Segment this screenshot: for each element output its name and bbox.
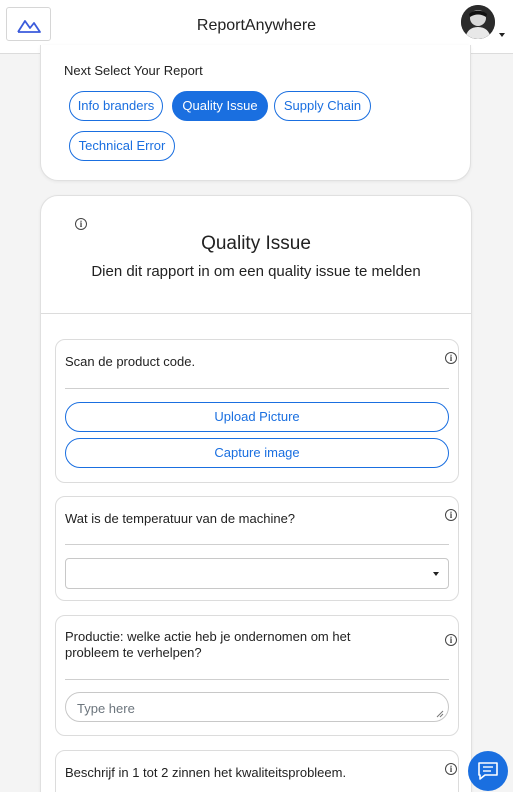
action-textarea[interactable]: Type here [65,692,449,722]
question-text: Productie: welke actie heb je ondernomen… [65,629,351,660]
report-option-info-branders[interactable]: Info branders [69,91,163,121]
info-icon[interactable]: i [445,634,457,646]
info-icon[interactable]: i [445,509,457,521]
upload-picture-button[interactable]: Upload Picture [65,402,449,432]
question-card-product-code: Scan de product code. i Upload Picture C… [55,339,459,483]
report-option-supply-chain[interactable]: Supply Chain [274,91,371,121]
temperature-select[interactable] [65,558,449,589]
report-title: Quality Issue [201,233,311,254]
question-card-action-taken: Productie: welke actie heb je ondernomen… [55,615,459,736]
user-avatar[interactable] [461,5,495,39]
answer-divider [65,388,449,389]
divider [41,313,471,314]
info-icon[interactable]: i [75,218,87,230]
info-icon[interactable]: i [445,352,457,364]
resize-handle-icon[interactable] [436,710,444,718]
info-icon[interactable]: i [445,763,457,775]
chevron-down-icon[interactable] [499,33,505,37]
capture-image-button[interactable]: Capture image [65,438,449,468]
question-card-temperature: Wat is de temperatuur van de machine? i [55,496,459,601]
chevron-down-icon [433,572,439,576]
answer-divider [65,679,449,680]
report-form-card: i Quality Issue Dien dit rapport in om e… [40,195,472,792]
question-text: Wat is de temperatuur van de machine? [65,511,296,526]
textarea-placeholder: Type here [77,701,135,716]
chat-button[interactable] [468,751,508,791]
report-option-quality-issue[interactable]: Quality Issue [172,91,268,121]
report-selection-card: Next Select Your Report Info branders Qu… [40,45,471,181]
report-selection-title: Next Select Your Report [64,63,203,78]
chat-icon [478,762,498,780]
question-text: Beschrijf in 1 tot 2 zinnen het kwalitei… [65,765,347,780]
report-option-technical-error[interactable]: Technical Error [69,131,175,161]
question-card-quality-problem: Beschrijf in 1 tot 2 zinnen het kwalitei… [55,750,459,792]
answer-divider [65,544,449,545]
app-title: ReportAnywhere [196,17,317,34]
report-subtitle: Dien dit rapport in om een quality issue… [91,263,421,280]
question-text: Scan de product code. [65,354,196,369]
